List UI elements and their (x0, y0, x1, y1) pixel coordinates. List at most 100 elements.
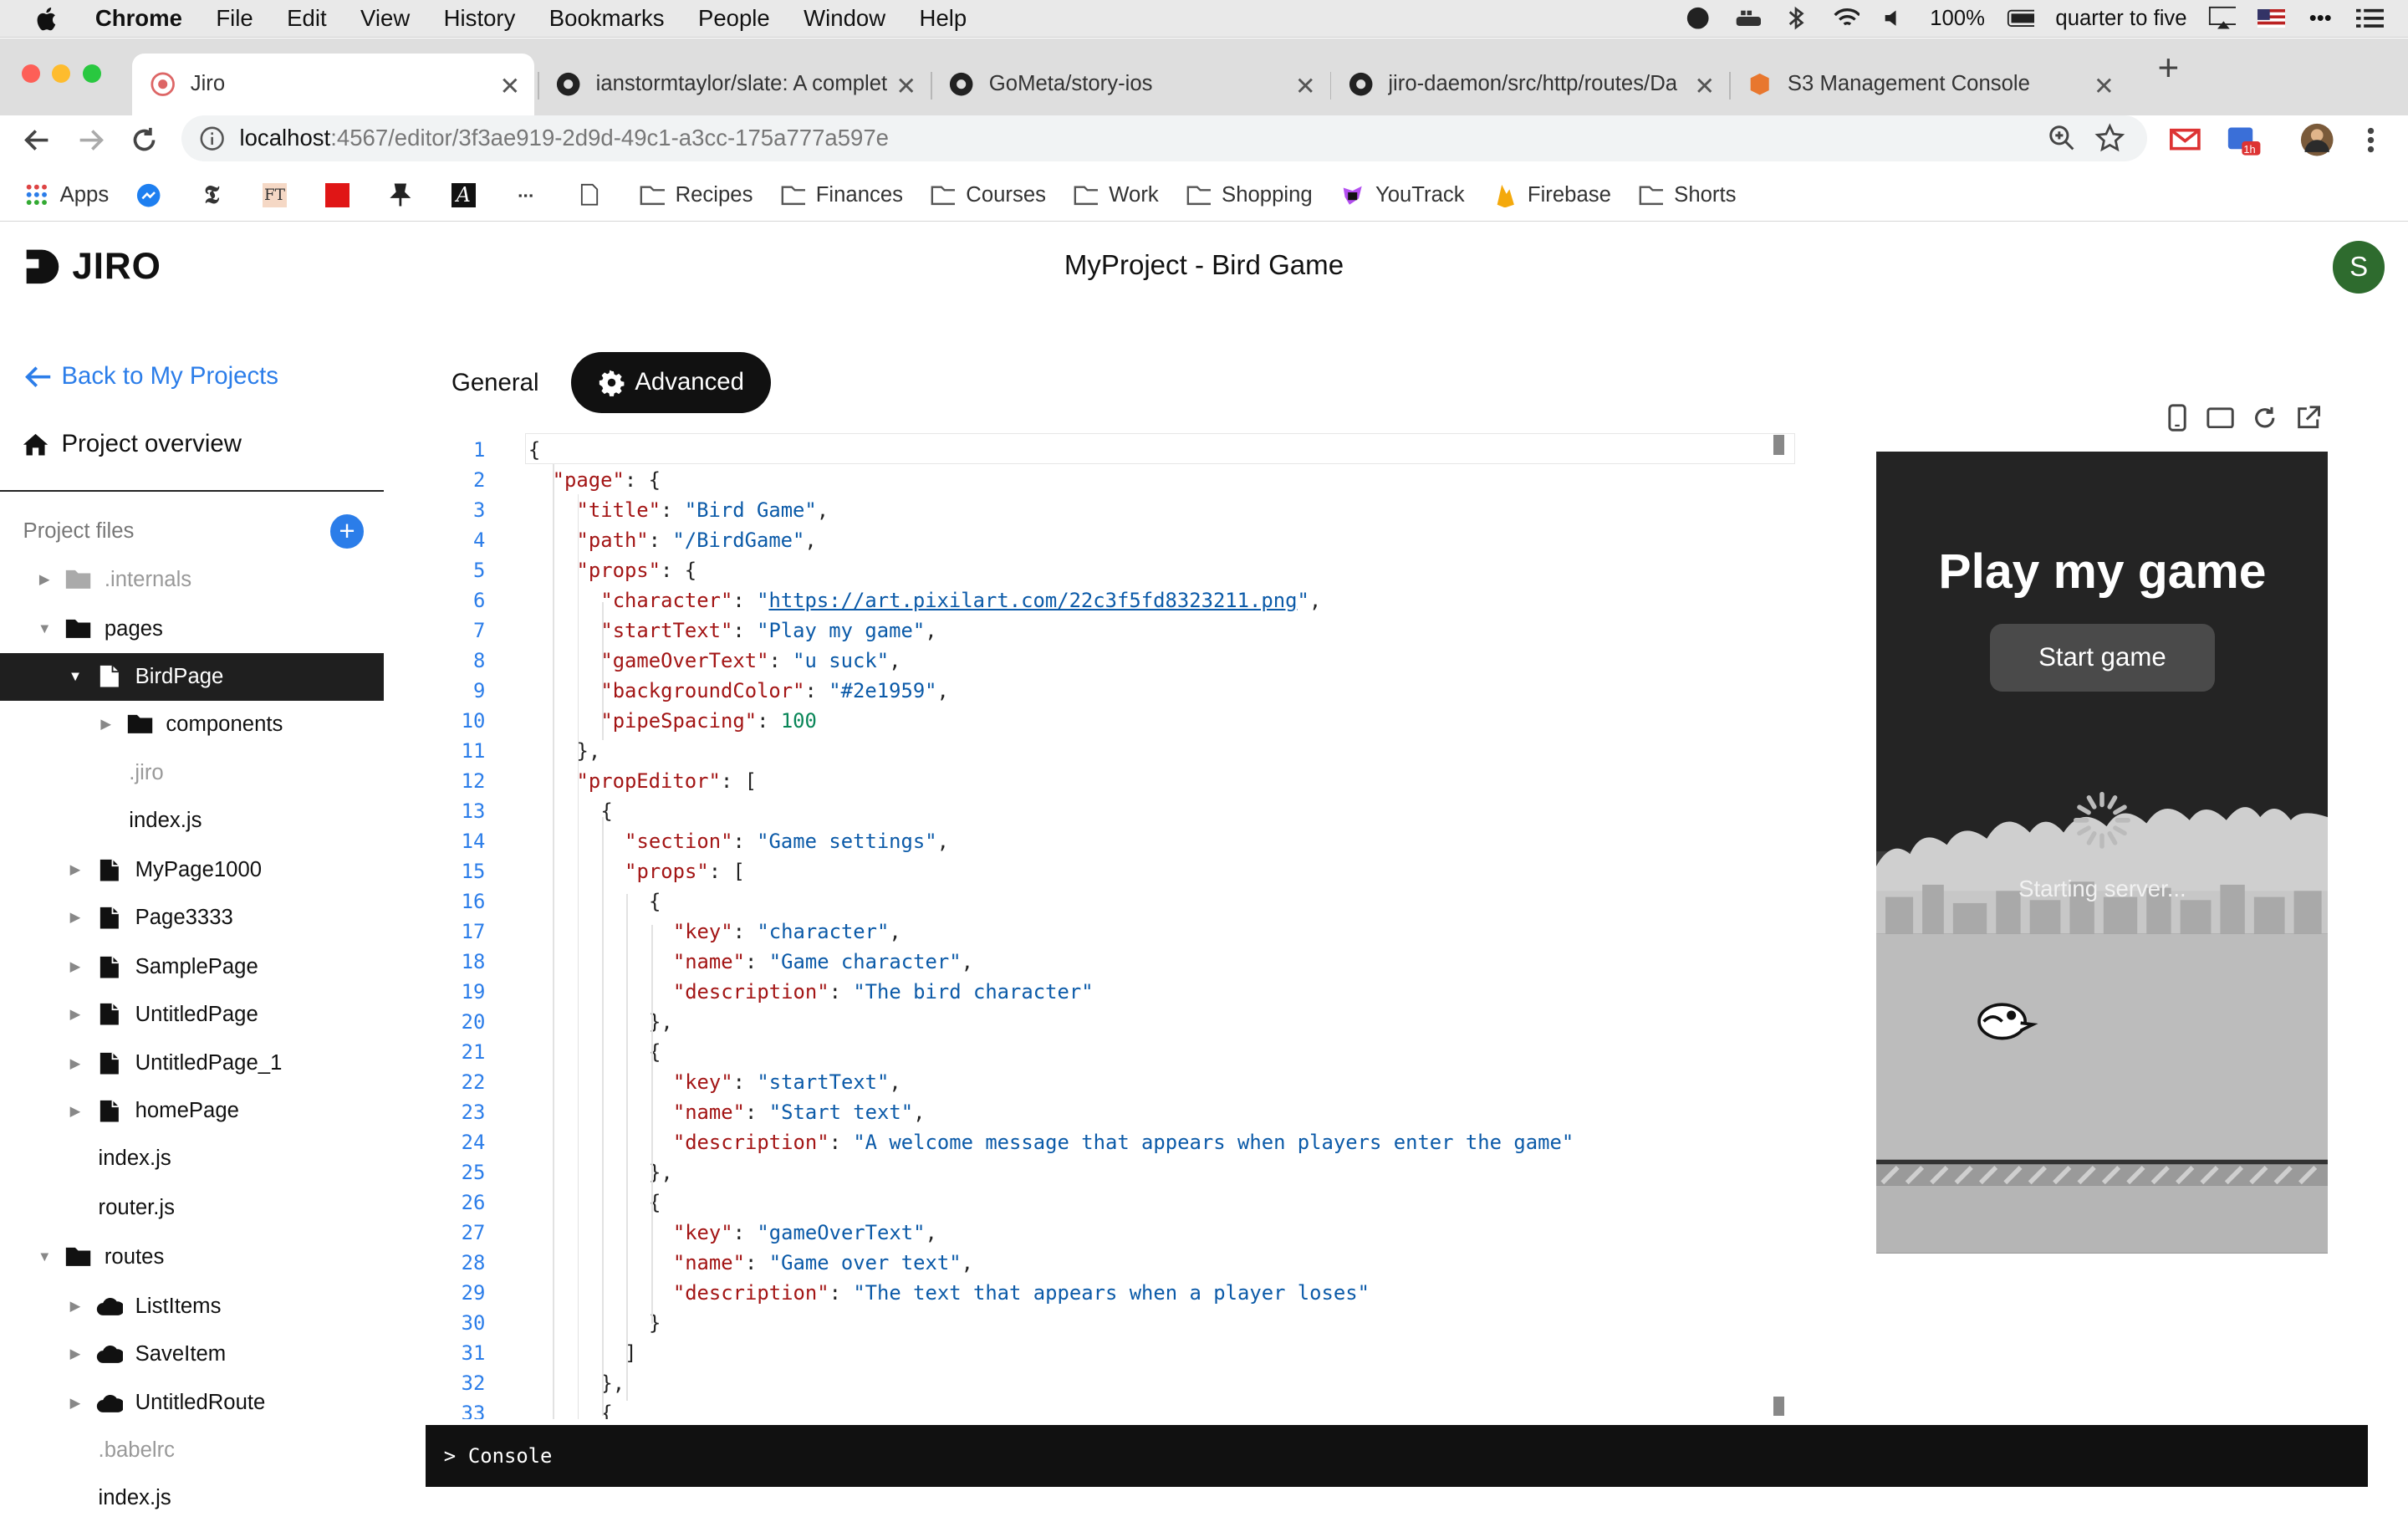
code-line[interactable]: 30} (446, 1308, 1797, 1338)
chevron-right-icon[interactable]: ▶ (68, 861, 83, 878)
code-line[interactable]: 8 "gameOverText": "u suck", (446, 646, 1797, 676)
tab-slate[interactable]: ianstormtaylor/slate: A complete ✕ (538, 54, 931, 115)
bookmark-red[interactable] (325, 182, 360, 207)
code-line[interactable]: 2 "page": { (446, 465, 1797, 495)
menu-edit[interactable]: Edit (287, 5, 326, 32)
bookmark-youtrack[interactable]: YouTrack (1340, 183, 1465, 207)
chevron-right-icon[interactable]: ▶ (68, 1055, 83, 1072)
tree-item[interactable]: ▶ components (0, 701, 384, 748)
bookmark-recipes[interactable]: Recipes (640, 183, 752, 207)
code-line[interactable]: 15 "props": [ (446, 856, 1797, 886)
tree-item[interactable]: ▶ homePage (0, 1087, 384, 1135)
start-game-button[interactable]: Start game (1990, 623, 2215, 692)
clock[interactable]: quarter to five (2055, 7, 2186, 31)
menu-view[interactable]: View (360, 5, 410, 32)
tab-s3-console[interactable]: S3 Management Console ✕ (1729, 54, 2129, 115)
tab-story-ios[interactable]: GoMeta/story-ios ✕ (931, 54, 1330, 115)
menu-window[interactable]: Window (804, 5, 885, 32)
tree-item[interactable]: index.js (0, 797, 384, 845)
bookmark-atlantic[interactable]: A (451, 182, 487, 207)
editor-scrollbar-top[interactable] (1773, 434, 1785, 455)
chevron-right-icon[interactable]: ▶ (68, 1298, 83, 1315)
mobile-view-icon[interactable] (2162, 402, 2193, 433)
add-file-button[interactable]: + (329, 514, 365, 549)
calendar-extension-icon[interactable]: 1h (2227, 123, 2261, 156)
code-line[interactable]: 5 "props": { (446, 555, 1797, 585)
code-line[interactable]: 14 "section": "Game settings", (446, 826, 1797, 856)
tab-close-icon[interactable]: ✕ (1692, 72, 1717, 101)
menu-file[interactable]: File (216, 5, 253, 32)
us-flag-icon[interactable] (2258, 6, 2286, 30)
volume-icon[interactable] (1880, 6, 1908, 30)
apple-icon[interactable] (33, 5, 61, 33)
tree-item[interactable]: ▶ ListItems (0, 1283, 384, 1330)
chevron-right-icon[interactable]: ▶ (68, 1346, 83, 1362)
window-zoom-button[interactable] (83, 64, 102, 84)
game-preview[interactable]: Play my game Start game Starting server.… (1876, 451, 2329, 1254)
more-icon[interactable]: ••• (2307, 6, 2334, 30)
tab-close-icon[interactable]: ✕ (1293, 72, 1318, 101)
tab-close-icon[interactable]: ✕ (2092, 72, 2116, 101)
bookmark-nyt[interactable]: 𝕿 (200, 180, 235, 209)
code-line[interactable]: 23 "name": "Start text", (446, 1097, 1797, 1127)
bookmark-ft[interactable]: FT (262, 182, 298, 207)
profile-avatar[interactable] (2300, 123, 2334, 156)
tree-item[interactable]: ▶ UntitledPage (0, 991, 384, 1039)
menu-help[interactable]: Help (920, 5, 967, 32)
code-line[interactable]: 3 "title": "Bird Game", (446, 495, 1797, 525)
menu-app-name[interactable]: Chrome (95, 5, 182, 32)
code-line[interactable]: 24 "description": "A welcome message that… (446, 1127, 1797, 1157)
chevron-right-icon[interactable]: ▶ (68, 909, 83, 926)
bluetooth-icon[interactable] (1783, 6, 1810, 30)
code-line[interactable]: 28 "name": "Game over text", (446, 1248, 1797, 1278)
chevron-right-icon[interactable]: ▶ (68, 958, 83, 975)
address-bar[interactable]: localhost:4567/editor/3f3ae919-2d9d-49c1… (181, 115, 2147, 161)
chrome-menu-icon[interactable] (2354, 123, 2388, 156)
code-line[interactable]: 33{ (446, 1398, 1797, 1419)
code-line[interactable]: 27 "key": "gameOverText", (446, 1218, 1797, 1248)
code-line[interactable]: 18 "name": "Game character", (446, 947, 1797, 977)
code-line[interactable]: 32}, (446, 1368, 1797, 1398)
airplay-icon[interactable] (2208, 6, 2237, 30)
code-line[interactable]: 22 "key": "startText", (446, 1067, 1797, 1097)
code-editor[interactable]: 1{2 "page": {3 "title": "Bird Game", 4 "path… (446, 433, 1797, 1420)
tree-item[interactable]: ▼ pages (0, 605, 384, 653)
tab-advanced[interactable]: Advanced (571, 351, 772, 414)
tree-item[interactable]: ▼ routes (0, 1233, 384, 1281)
tree-item[interactable]: ▶ .internals (0, 556, 384, 604)
tab-jiro[interactable]: Jiro ✕ (131, 54, 535, 115)
refresh-icon[interactable] (2250, 402, 2281, 433)
code-line[interactable]: 25}, (446, 1157, 1797, 1187)
back-arrow-icon[interactable] (18, 121, 55, 158)
docker-icon[interactable] (1733, 6, 1762, 30)
tree-item[interactable]: ▶ Page3333 (0, 894, 384, 942)
code-line[interactable]: 11}, (446, 736, 1797, 766)
tab-jiro-daemon[interactable]: jiro-daemon/src/http/routes/Da ✕ (1330, 54, 1730, 115)
chevron-right-icon[interactable]: ▶ (37, 571, 52, 588)
bookmark-firebase[interactable]: Firebase (1492, 183, 1611, 207)
bookmark-finances[interactable]: Finances (781, 183, 903, 207)
bookmark-pin[interactable] (388, 183, 423, 207)
open-external-icon[interactable] (2293, 402, 2324, 433)
code-line[interactable]: 17 "key": "character", (446, 917, 1797, 947)
code-line[interactable]: 31] (446, 1338, 1797, 1368)
tree-item[interactable]: ▶ SaveItem (0, 1330, 384, 1378)
zoom-icon[interactable] (2048, 125, 2076, 152)
tree-item[interactable]: index.js (0, 1474, 384, 1522)
code-line[interactable]: 4 "path": "/BirdGame", (446, 525, 1797, 555)
tree-item[interactable]: ▶ SamplePage (0, 943, 384, 991)
code-line[interactable]: 6 "character": "https://art.pixilart.com/… (446, 585, 1797, 615)
menu-people[interactable]: People (698, 5, 770, 32)
tablet-view-icon[interactable] (2206, 402, 2237, 433)
battery-icon[interactable] (2007, 6, 2034, 30)
tab-close-icon[interactable]: ✕ (894, 72, 918, 101)
bookmark-shopping[interactable]: Shopping (1186, 183, 1313, 207)
new-tab-icon[interactable]: + (2150, 48, 2186, 89)
back-to-projects-link[interactable]: Back to My Projects (24, 362, 278, 391)
tree-item[interactable]: ▼ BirdPage (0, 652, 385, 701)
code-line[interactable]: 29 "description": "The text that appears … (446, 1278, 1797, 1308)
code-line[interactable]: 13{ (446, 796, 1797, 826)
bookmark-star-icon[interactable] (2094, 123, 2125, 154)
chevron-down-icon[interactable]: ▼ (68, 668, 83, 685)
project-overview-link[interactable]: Project overview (22, 430, 242, 458)
